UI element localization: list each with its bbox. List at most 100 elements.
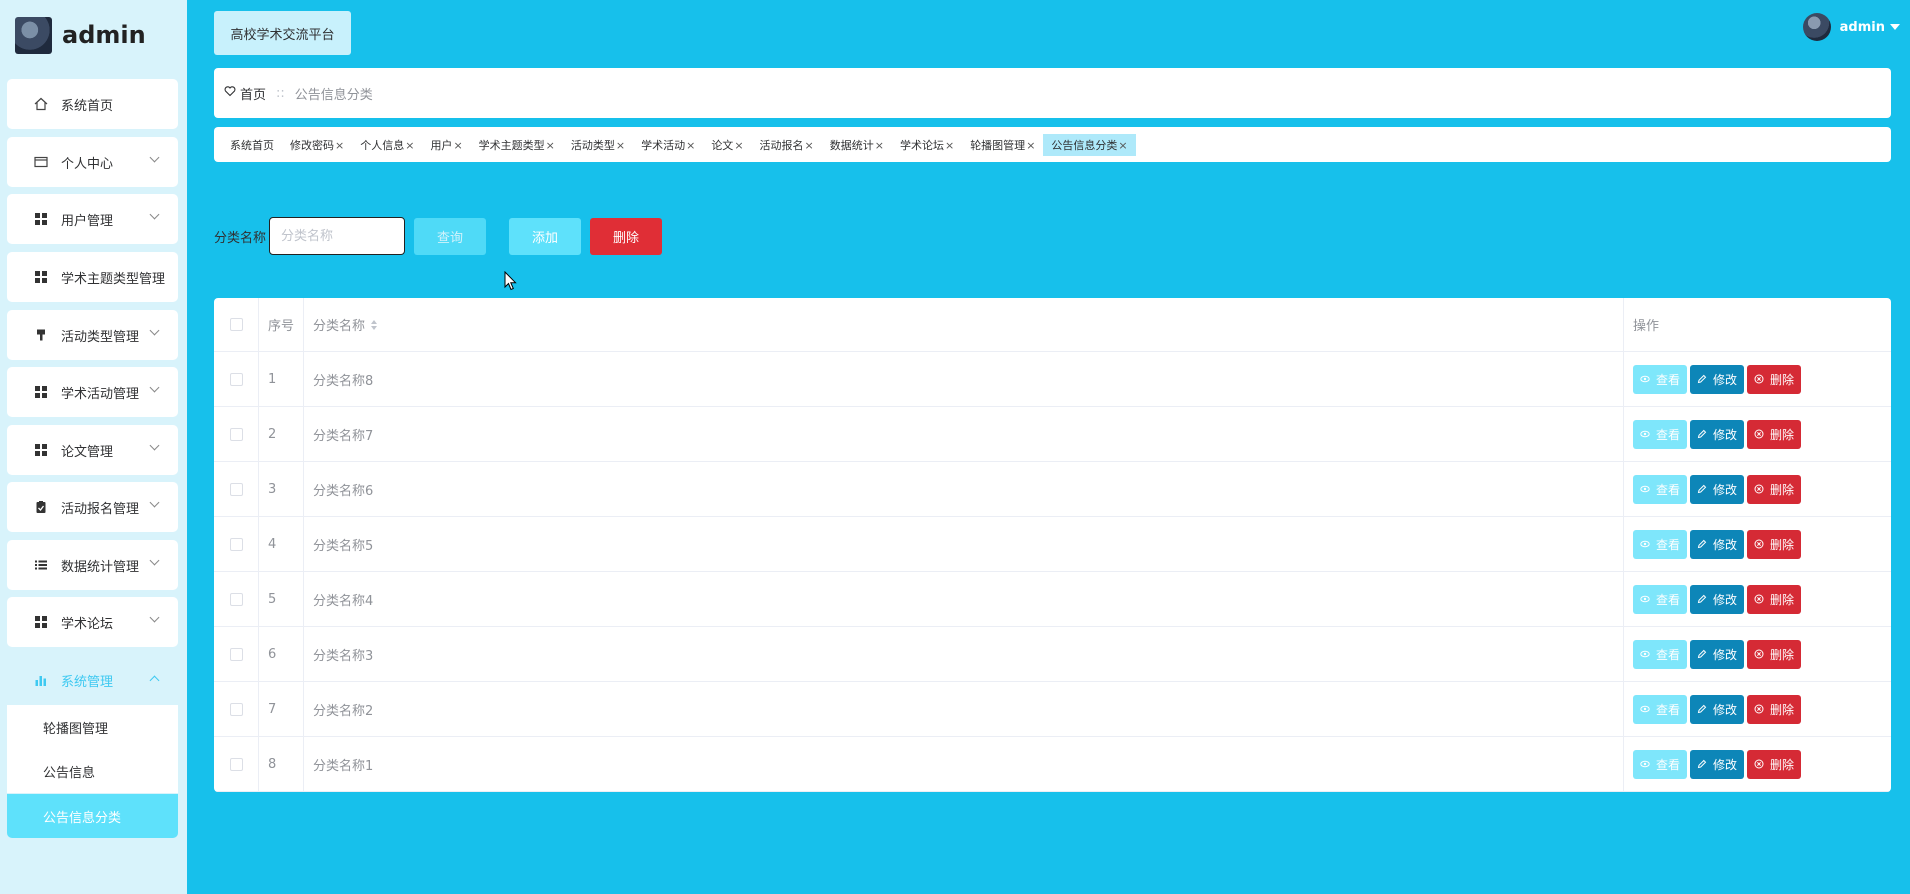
close-icon[interactable]: ×: [453, 139, 462, 152]
tab-tag[interactable]: 公告信息分类 ×: [1043, 134, 1136, 156]
close-circle-icon: [1754, 429, 1767, 439]
edit-button[interactable]: 修改: [1690, 584, 1744, 614]
header-name[interactable]: 分类名称: [304, 298, 1624, 351]
tab-tag[interactable]: 系统首页: [222, 134, 282, 156]
row-checkbox[interactable]: [229, 702, 243, 716]
sidebar-item-home[interactable]: 系统首页: [7, 79, 178, 129]
row-delete-button[interactable]: 删除: [1747, 474, 1801, 504]
delete-button-label: 删除: [1769, 482, 1794, 497]
close-icon[interactable]: ×: [945, 139, 954, 152]
sidebar-item-label: 用户管理: [61, 213, 114, 229]
chevron-down-icon: [149, 612, 160, 623]
tab-tag[interactable]: 数据统计 ×: [822, 134, 892, 156]
bar-chart-icon: [34, 673, 48, 687]
sidebar-item-academic-activities[interactable]: 学术活动管理: [7, 367, 178, 417]
breadcrumb-home[interactable]: 首页: [240, 84, 266, 103]
tab-tag[interactable]: 学术论坛 ×: [892, 134, 962, 156]
tab-tag[interactable]: 学术活动 ×: [633, 134, 703, 156]
sidebar-subitem-label: 公告信息: [43, 765, 96, 781]
tab-tag-label: 个人信息: [360, 139, 405, 152]
sidebar-item-data-statistics[interactable]: 数据统计管理: [7, 540, 178, 590]
close-icon[interactable]: ×: [734, 139, 743, 152]
row-checkbox[interactable]: [229, 647, 243, 661]
row-delete-button[interactable]: 删除: [1747, 584, 1801, 614]
delete-button-label: 删除: [1769, 592, 1794, 607]
edit-button-label: 修改: [1712, 592, 1737, 607]
sidebar-item-activity-registration[interactable]: 活动报名管理: [7, 482, 178, 532]
view-button-label: 查看: [1655, 427, 1680, 442]
delete-button[interactable]: 删除: [590, 217, 663, 255]
close-icon[interactable]: ×: [405, 139, 414, 152]
tab-tag[interactable]: 用户 ×: [422, 134, 470, 156]
edit-button[interactable]: 修改: [1690, 749, 1744, 779]
row-checkbox[interactable]: [229, 482, 243, 496]
row-checkbox[interactable]: [229, 592, 243, 606]
edit-button[interactable]: 修改: [1690, 694, 1744, 724]
edit-button[interactable]: 修改: [1690, 529, 1744, 559]
sidebar-subitem-carousel[interactable]: 轮播图管理: [7, 705, 178, 749]
tab-tag[interactable]: 学术主题类型 ×: [471, 134, 563, 156]
view-button[interactable]: 查看: [1633, 474, 1687, 504]
select-all-checkbox[interactable]: [229, 318, 243, 331]
tab-tag[interactable]: 修改密码 ×: [282, 134, 352, 156]
sidebar-subitem-notice-categories[interactable]: 公告信息分类: [7, 794, 178, 838]
view-button[interactable]: 查看: [1633, 529, 1687, 559]
user-avatar: [1802, 13, 1831, 41]
close-icon[interactable]: ×: [335, 139, 344, 152]
user-menu[interactable]: admin: [1802, 13, 1900, 41]
row-check-cell: [214, 572, 259, 626]
row-check-cell: [214, 627, 259, 681]
close-icon[interactable]: ×: [1026, 139, 1035, 152]
row-delete-button[interactable]: 删除: [1747, 749, 1801, 779]
row-delete-button[interactable]: 删除: [1747, 529, 1801, 559]
tab-tag[interactable]: 活动报名 ×: [752, 134, 822, 156]
row-checkbox[interactable]: [229, 757, 243, 771]
sidebar-item-academic-forum[interactable]: 学术论坛: [7, 597, 178, 647]
close-icon[interactable]: ×: [616, 139, 625, 152]
row-delete-button[interactable]: 删除: [1747, 694, 1801, 724]
eye-icon: [1640, 759, 1653, 769]
close-icon[interactable]: ×: [686, 139, 695, 152]
row-checkbox[interactable]: [229, 427, 243, 441]
row-name-cell: 分类名称4: [304, 572, 1624, 626]
edit-button[interactable]: 修改: [1690, 474, 1744, 504]
view-button[interactable]: 查看: [1633, 639, 1687, 669]
heart-icon: [224, 85, 236, 101]
edit-button[interactable]: 修改: [1690, 419, 1744, 449]
edit-button[interactable]: 修改: [1690, 639, 1744, 669]
row-index: 6: [268, 646, 277, 662]
sort-icon[interactable]: [371, 319, 378, 330]
sidebar-item-activity-types[interactable]: 活动类型管理: [7, 310, 178, 360]
tab-tag[interactable]: 轮播图管理 ×: [962, 134, 1043, 156]
close-icon[interactable]: ×: [805, 139, 814, 152]
row-checkbox[interactable]: [229, 537, 243, 551]
view-button[interactable]: 查看: [1633, 694, 1687, 724]
row-ops-cell: 查看 修改 删除: [1624, 352, 1891, 406]
category-name-input[interactable]: [269, 217, 406, 255]
row-delete-button[interactable]: 删除: [1747, 639, 1801, 669]
tab-tag[interactable]: 论文 ×: [703, 134, 751, 156]
query-button[interactable]: 查询: [414, 217, 487, 255]
sidebar-item-papers[interactable]: 论文管理: [7, 425, 178, 475]
view-button[interactable]: 查看: [1633, 419, 1687, 449]
row-checkbox[interactable]: [229, 372, 243, 386]
tab-tag[interactable]: 活动类型 ×: [563, 134, 633, 156]
close-icon[interactable]: ×: [546, 139, 555, 152]
sidebar-item-personal-center[interactable]: 个人中心: [7, 137, 178, 187]
close-icon[interactable]: ×: [1118, 139, 1127, 152]
sidebar-item-system-management[interactable]: 系统管理: [7, 655, 178, 705]
close-icon[interactable]: ×: [875, 139, 884, 152]
sidebar-item-academic-topic-types[interactable]: 学术主题类型管理: [7, 252, 178, 302]
row-delete-button[interactable]: 删除: [1747, 364, 1801, 394]
add-button[interactable]: 添加: [509, 217, 582, 255]
view-button[interactable]: 查看: [1633, 584, 1687, 614]
view-button[interactable]: 查看: [1633, 749, 1687, 779]
row-name-cell: 分类名称7: [304, 407, 1624, 461]
sidebar-item-user-management[interactable]: 用户管理: [7, 194, 178, 244]
tab-tag[interactable]: 个人信息 ×: [352, 134, 422, 156]
row-delete-button[interactable]: 删除: [1747, 419, 1801, 449]
view-button[interactable]: 查看: [1633, 364, 1687, 394]
tab-tag-label: 活动报名: [759, 139, 804, 152]
edit-button[interactable]: 修改: [1690, 364, 1744, 394]
sidebar-subitem-notices[interactable]: 公告信息: [7, 749, 178, 793]
